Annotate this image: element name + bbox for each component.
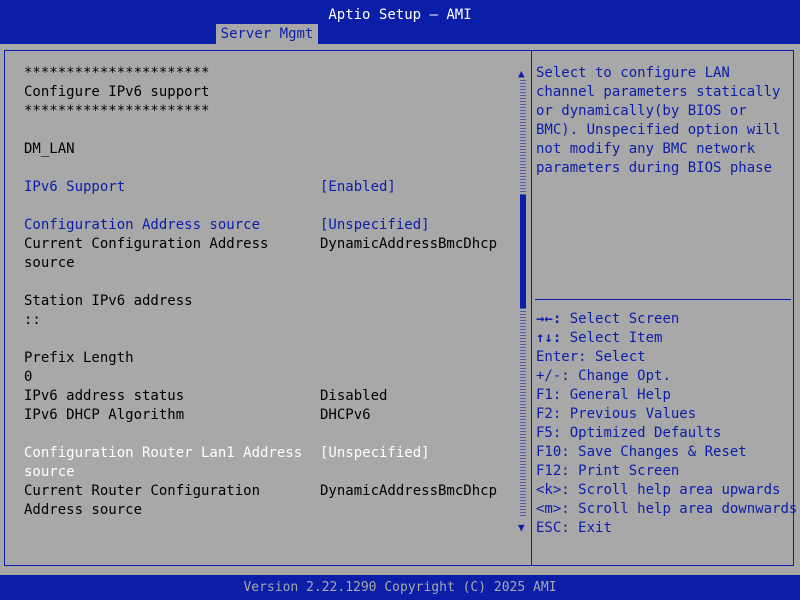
key-name: +/-: [536,368,570,384]
help-divider [535,299,791,300]
help-text: BMC). Unspecified option will [536,122,781,138]
key-name: ↑↓: [536,330,562,346]
lan-channel-label: DM_LAN [24,141,75,157]
list-item: ********************** [24,102,514,121]
setting-label: Configuration Router Lan1 Address [24,445,303,461]
list-item: Address source [24,501,514,520]
help-text: Select to configure LAN [536,65,730,81]
setting-value[interactable]: [Enabled] [320,178,396,197]
setting-label: Configuration Address source [24,217,261,233]
key-hint: ↑↓: Select Item [536,329,792,348]
key-action: Print Screen [578,463,680,479]
key-hint: Enter: Select [536,348,792,367]
help-text: parameters during BIOS phase [536,160,773,176]
key-action: Save Changes & Reset [578,444,747,460]
help-text: or dynamically(by BIOS or [536,103,747,119]
key-action: General Help [569,387,671,403]
list-item: source [24,254,514,273]
separator-text: ********************** [24,103,210,119]
info-label: IPv6 address status [24,388,185,404]
list-item: Station IPv6 address [24,292,514,311]
tab-server-mgmt[interactable]: Server Mgmt [216,24,318,44]
help-panel: Select to configure LAN channel paramete… [536,64,788,178]
info-value: DynamicAddressBmcDhcp [320,483,498,499]
key-hint: F10: Save Changes & Reset [536,443,792,462]
key-name: F10: [536,444,570,460]
list-item: 0 [24,368,514,387]
setting-config-address-source[interactable]: Configuration Address source [Unspecifie… [24,216,514,235]
key-action: Select Item [569,330,663,346]
info-value: DHCPv6 [320,407,371,423]
key-name: <k>: [536,482,570,498]
key-name: F5: [536,425,562,441]
key-action: Previous Values [569,406,697,422]
status-bar: Version 2.22.1290 Copyright (C) 2025 AMI [0,575,800,600]
setting-value[interactable]: [Unspecified] [320,444,430,463]
key-name: ESC: [536,520,570,536]
key-hint: +/-: Change Opt. [536,367,792,386]
key-hint: F1: General Help [536,386,792,405]
key-name: <m>: [536,501,570,517]
list-item: source [24,463,514,482]
help-text: channel parameters statically [536,84,781,100]
info-label: Prefix Length [24,350,134,366]
list-item: DM_LAN [24,140,514,159]
key-hint: <k>: Scroll help area upwards [536,481,792,500]
key-action: Exit [578,520,612,536]
key-name: F1: [536,387,562,403]
key-hint: F12: Print Screen [536,462,792,481]
key-name: F2: [536,406,562,422]
help-text: not modify any BMC network [536,141,756,157]
info-label: IPv6 DHCP Algorithm [24,407,185,423]
info-value: 0 [24,369,33,385]
info-label: Current Configuration Address [24,236,269,252]
list-item: Prefix Length [24,349,514,368]
list-item: Configure IPv6 support [24,83,514,102]
key-hint: F2: Previous Values [536,405,792,424]
key-action: Select [595,349,646,365]
setting-ipv6-support[interactable]: IPv6 Support [Enabled] [24,178,514,197]
key-name: F12: [536,463,570,479]
key-action: Scroll help area upwards [578,482,781,498]
list-item: :: [24,311,514,330]
info-value: :: [24,312,41,328]
key-hint: F5: Optimized Defaults [536,424,792,443]
key-action: Scroll help area downwards [578,501,798,517]
info-label: Station IPv6 address [24,293,193,309]
app-title: Aptio Setup – AMI [328,7,472,23]
key-hint: ESC: Exit [536,519,792,538]
scroll-down-icon[interactable]: ▼ [518,518,525,537]
key-name: →←: [536,311,562,327]
setting-value[interactable]: [Unspecified] [320,216,430,235]
list-item: ********************** [24,64,514,83]
info-label: source [24,255,75,271]
info-label: Address source [24,502,143,518]
setting-router-lan1-address-source[interactable]: Configuration Router Lan1 Address [Unspe… [24,444,514,463]
info-value: DynamicAddressBmcDhcp [320,236,498,252]
key-hint: →←: Select Screen [536,310,792,329]
title-bar: Aptio Setup – AMI Server Mgmt [0,0,800,44]
version-text: Version 2.22.1290 Copyright (C) 2025 AMI [243,580,557,595]
key-action: Optimized Defaults [569,425,722,441]
list-item: Current Configuration Address DynamicAdd… [24,235,514,254]
setting-label-cont: source [24,464,75,480]
info-label: Current Router Configuration [24,483,261,499]
separator-text: ********************** [24,65,210,81]
setting-label: IPv6 Support [24,179,126,195]
panel-divider [531,50,532,566]
list-item: IPv6 DHCP Algorithm DHCPv6 [24,406,514,425]
info-value: Disabled [320,388,388,404]
key-action: Select Screen [569,311,680,327]
scrollbar-thumb[interactable] [520,195,526,308]
key-hint: <m>: Scroll help area downwards [536,500,797,519]
list-item: IPv6 address status Disabled [24,387,514,406]
key-legend: →←: Select Screen ↑↓: Select Item Enter:… [536,310,797,538]
list-item: Current Router Configuration DynamicAddr… [24,482,514,501]
key-name: Enter: [536,349,587,365]
key-action: Change Opt. [578,368,671,384]
section-heading: Configure IPv6 support [24,84,210,100]
